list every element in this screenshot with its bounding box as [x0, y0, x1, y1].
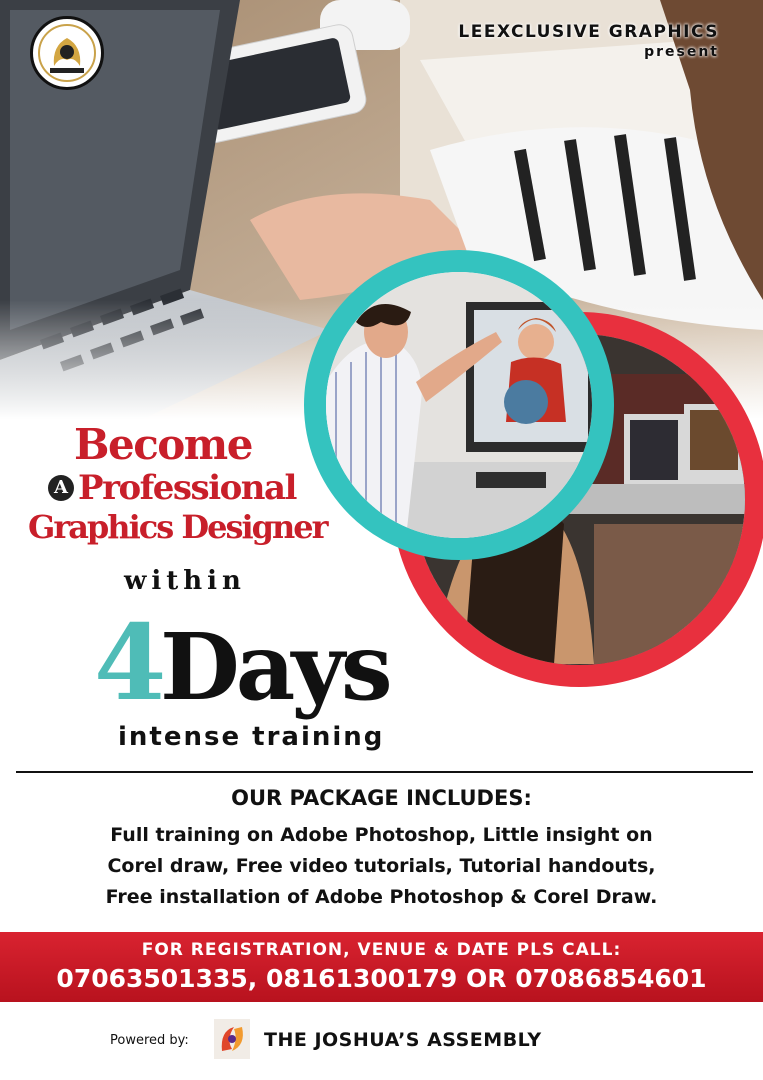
package-line: Corel draw, Free video tutorials, Tutori…	[107, 855, 656, 877]
article-badge: A	[48, 475, 74, 501]
within-label: within	[124, 566, 246, 596]
headline-line-1: Become	[74, 420, 253, 469]
headline-line-2: A Professional	[28, 468, 368, 508]
lion-emblem-logo	[30, 16, 104, 90]
duration-unit: Days	[160, 613, 393, 721]
footer: Powered by: THE JOSHUA’S ASSEMBLY	[0, 1015, 763, 1065]
training-subtitle: intense training	[118, 722, 385, 752]
divider	[16, 771, 753, 773]
powered-by-label: Powered by:	[110, 1033, 189, 1048]
organizer-name: THE JOSHUA’S ASSEMBLY	[264, 1029, 542, 1051]
joshuas-assembly-logo	[214, 1019, 250, 1059]
registration-phones[interactable]: 07063501335, 08161300179 OR 07086854601	[0, 964, 763, 993]
brand-present: present	[644, 44, 719, 60]
brand-block: LEEXCLUSIVE GRAPHICS present	[458, 22, 719, 60]
headline-line-3: Graphics Designer	[28, 508, 329, 546]
headline-professional: Professional	[78, 468, 297, 508]
registration-label: FOR REGISTRATION, VENUE & DATE PLS CALL:	[141, 940, 622, 960]
package-line: Free installation of Adobe Photoshop & C…	[105, 886, 658, 908]
package-title: OUR PACKAGE INCLUDES:	[231, 786, 532, 810]
headline: Become A Professional Graphics Designer	[28, 420, 368, 547]
duration-number: 4	[94, 601, 166, 724]
registration-banner: FOR REGISTRATION, VENUE & DATE PLS CALL:…	[0, 932, 763, 1002]
package-line: Full training on Adobe Photoshop, Little…	[110, 824, 653, 846]
brand-name: LEEXCLUSIVE GRAPHICS	[458, 22, 719, 42]
package-details: Full training on Adobe Photoshop, Little…	[0, 820, 763, 913]
